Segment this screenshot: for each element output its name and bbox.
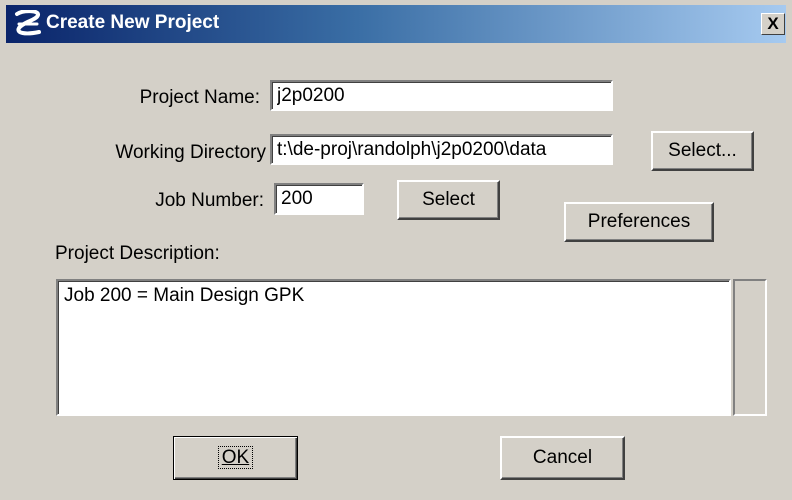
- project-name-input[interactable]: [270, 80, 613, 111]
- microstation-icon: [15, 10, 41, 36]
- window-title: Create New Project: [46, 12, 220, 33]
- select-directory-button[interactable]: Select...: [651, 131, 754, 171]
- ok-button-label: OK: [217, 446, 254, 469]
- project-name-label: Project Name:: [139, 87, 260, 108]
- job-number-label: Job Number:: [155, 190, 264, 211]
- title-bar[interactable]: Create New Project X: [6, 5, 786, 43]
- job-number-input[interactable]: [274, 183, 364, 215]
- project-description-label: Project Description:: [55, 243, 220, 264]
- select-job-button[interactable]: Select: [397, 180, 500, 220]
- cancel-button[interactable]: Cancel: [500, 436, 625, 480]
- project-description-textarea[interactable]: Job 200 = Main Design GPK: [56, 279, 731, 416]
- working-directory-input[interactable]: [270, 134, 613, 165]
- create-new-project-dialog: Create New Project X Project Name: Worki…: [0, 0, 792, 500]
- description-scrollbar[interactable]: [733, 279, 767, 416]
- close-icon: X: [767, 14, 779, 33]
- preferences-button[interactable]: Preferences: [564, 202, 714, 242]
- working-directory-label: Working Directory: [115, 142, 266, 163]
- ok-button[interactable]: OK: [173, 436, 298, 480]
- close-button[interactable]: X: [761, 13, 785, 35]
